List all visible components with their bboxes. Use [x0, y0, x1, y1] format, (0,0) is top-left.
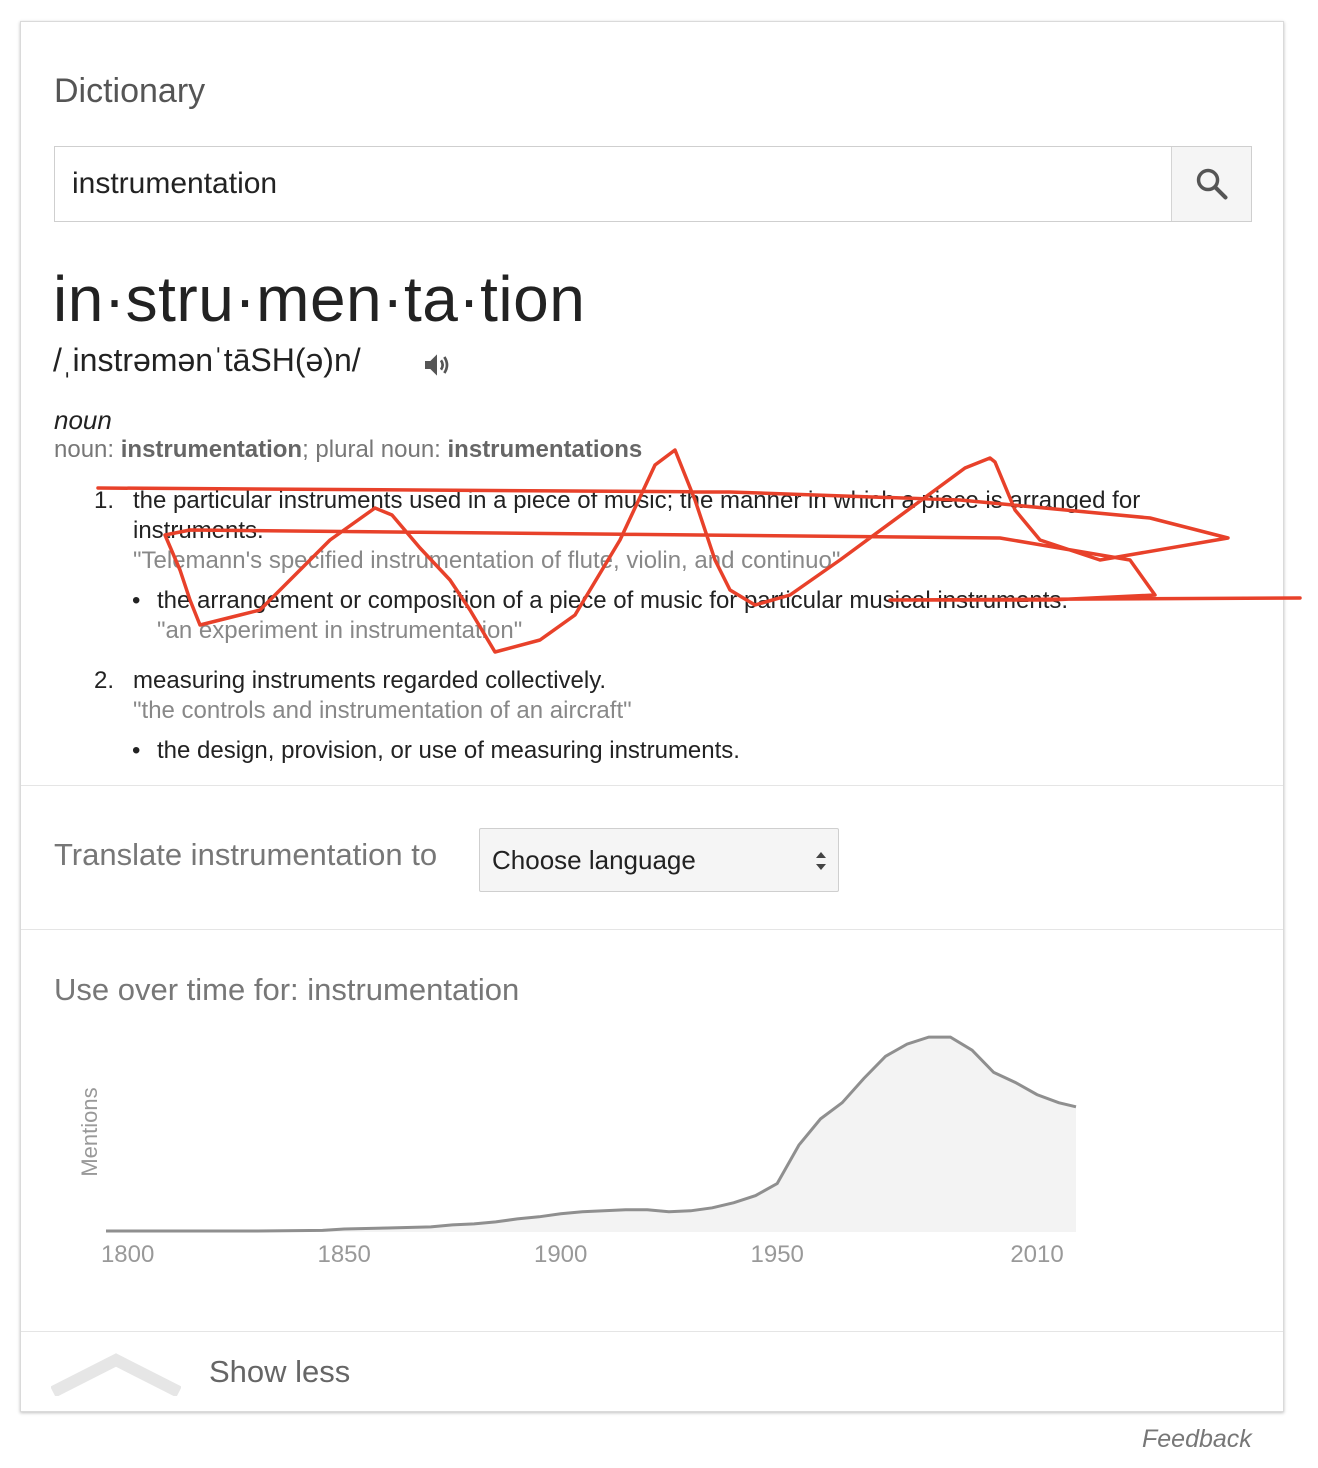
show-less-label: Show less [209, 1354, 351, 1389]
phonetic: /ˌinstrəmənˈtāSH(ə)n/ [53, 342, 361, 378]
sense-1-definition: the particular instruments used in a pie… [133, 487, 1141, 514]
translate-label: Translate instrumentation to [54, 837, 438, 872]
divider [21, 929, 1283, 930]
sense-1-definition-cont: instruments. [133, 517, 264, 544]
usage-area [106, 1037, 1076, 1232]
x-tick-label: 1800 [101, 1241, 154, 1268]
sense-2-number: 2. [94, 667, 115, 694]
sense-1-number: 1. [94, 487, 115, 514]
chevron-up-icon [51, 1353, 181, 1396]
x-tick-label: 1850 [317, 1241, 370, 1268]
usage-title: Use over time for: instrumentation [54, 972, 520, 1007]
dictionary-card: Dictionary in·stru·men·ta·tion /ˌinstrəm… [20, 21, 1284, 1412]
select-arrows-icon [816, 852, 826, 870]
headword: in·stru·men·ta·tion [53, 263, 586, 335]
show-less-button[interactable]: Show less [21, 1332, 1283, 1412]
sense-2-example: "the controls and instrumentation of an … [133, 697, 632, 724]
usage-chart: 1800 1850 1900 1950 2010 Mentions [77, 1035, 1077, 1268]
card-title: Dictionary [54, 72, 206, 110]
sense-2a-definition: the design, provision, or use of measuri… [157, 737, 740, 764]
x-tick-label: 1950 [751, 1241, 804, 1268]
sense-1a-example: "an experiment in instrumentation" [157, 617, 523, 644]
plural-label: plural noun: [315, 436, 448, 463]
part-of-speech: noun [54, 405, 112, 435]
noun-form: instrumentation [120, 436, 303, 463]
x-tick-label: 2010 [1010, 1241, 1063, 1268]
feedback-link[interactable]: Feedback [1142, 1425, 1252, 1454]
speaker-icon[interactable] [421, 349, 453, 381]
forms-separator: ; [302, 436, 316, 463]
x-tick-label: 1900 [534, 1241, 587, 1268]
sense-1a-bullet: • [132, 587, 141, 614]
search-box [54, 146, 1252, 222]
word-forms: noun: instrumentation; plural noun: inst… [54, 436, 642, 464]
search-button[interactable] [1171, 147, 1251, 221]
plural-form: instrumentations [447, 436, 643, 463]
noun-label: noun: [54, 436, 121, 463]
search-input[interactable] [55, 147, 1172, 221]
language-select-value: Choose language [492, 845, 696, 875]
sense-1a-definition: the arrangement or composition of a piec… [157, 587, 1069, 614]
divider [21, 785, 1283, 786]
y-axis-label: Mentions [77, 1087, 102, 1176]
language-select[interactable]: Choose language [479, 828, 839, 892]
sense-2-definition: measuring instruments regarded collectiv… [133, 667, 607, 694]
sense-1-example: "Telemann's specified instrumentation of… [133, 547, 841, 574]
search-icon [1196, 168, 1228, 200]
sense-2a-bullet: • [132, 737, 141, 764]
